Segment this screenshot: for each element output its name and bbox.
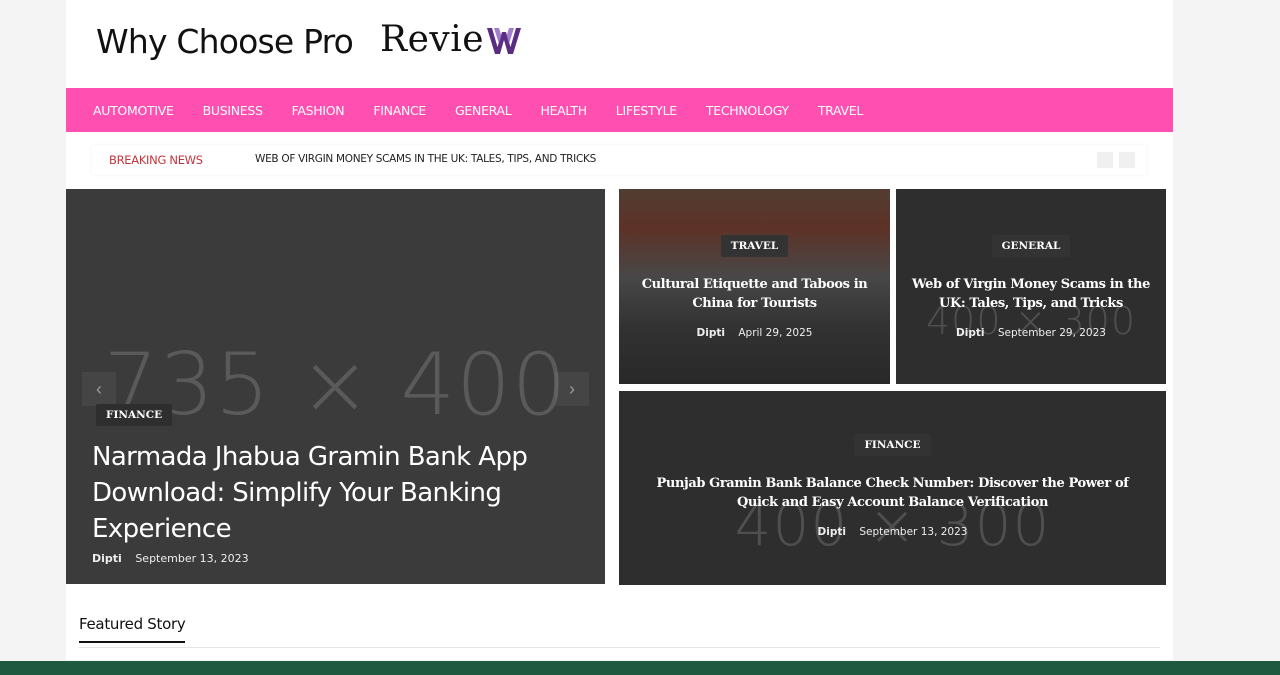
bottom-bar [0,661,1280,675]
post-card-content: GENERAL Web of Virgin Money Scams in the… [896,235,1166,339]
hero-author[interactable]: Dipti [92,552,122,565]
category-badge[interactable]: FINANCE [854,434,931,456]
featured-story-heading: Featured Story [79,615,186,643]
site-title[interactable]: Why Choose Pro [96,22,354,61]
hero-title[interactable]: Narmada Jhabua Gramin Bank App Download:… [92,439,562,547]
chevron-left-icon[interactable]: ‹ [82,372,116,406]
nav-item-travel[interactable]: TRAVEL [818,103,863,118]
post-title[interactable]: Punjab Gramin Bank Balance Check Number:… [643,474,1143,512]
post-date: September 29, 2023 [997,327,1106,339]
logo-w-icon [486,26,522,61]
post-author[interactable]: Dipti [956,327,984,339]
post-meta: Dipti April 29, 2025 [619,327,890,339]
post-author[interactable]: Dipti [697,327,725,339]
category-badge[interactable]: TRAVEL [720,235,789,257]
featured-story-section: Featured Story [79,615,1160,648]
hero-category-badge[interactable]: FINANCE [96,404,173,426]
post-card-finance[interactable]: 400 × 300 FINANCE Punjab Gramin Bank Bal… [619,391,1166,585]
post-card-travel[interactable]: TRAVEL Cultural Etiquette and Taboos in … [619,189,890,384]
breaking-news-bar: BREAKING NEWS WEB OF VIRGIN MONEY SCAMS … [92,145,1146,175]
nav-item-general[interactable]: GENERAL [455,103,512,118]
section-divider [79,647,1160,648]
nav-item-finance[interactable]: FINANCE [373,103,426,118]
chevron-right-icon[interactable]: › [555,372,589,406]
post-title[interactable]: Web of Virgin Money Scams in the UK: Tal… [906,275,1156,313]
breaking-news-headline[interactable]: WEB OF VIRGIN MONEY SCAMS IN THE UK: TAL… [255,153,596,165]
nav-item-business[interactable]: BUSINESS [203,103,263,118]
post-card-content: FINANCE Punjab Gramin Bank Balance Check… [619,434,1166,538]
main-nav: AUTOMOTIVE BUSINESS FASHION FINANCE GENE… [66,88,1173,132]
nav-item-automotive[interactable]: AUTOMOTIVE [93,103,174,118]
post-meta: Dipti September 13, 2023 [619,526,1166,538]
post-meta: Dipti September 29, 2023 [896,327,1166,339]
post-author[interactable]: Dipti [818,526,846,538]
post-date: September 13, 2023 [859,526,968,538]
site-logo[interactable]: Revie [380,20,522,61]
nav-item-lifestyle[interactable]: LIFESTYLE [616,103,677,118]
post-card-content: TRAVEL Cultural Etiquette and Taboos in … [619,235,890,339]
hero-slide[interactable]: 735 × 400 ‹ › FINANCE Narmada Jhabua Gra… [66,189,605,584]
post-title[interactable]: Cultural Etiquette and Taboos in China f… [630,275,880,313]
category-badge[interactable]: GENERAL [991,235,1071,257]
hero-date: September 13, 2023 [135,552,249,565]
nav-item-fashion[interactable]: FASHION [292,103,345,118]
post-date: April 29, 2025 [738,327,813,339]
nav-item-health[interactable]: HEALTH [540,103,587,118]
breaking-news-label: BREAKING NEWS [109,153,203,167]
post-card-general[interactable]: 400 × 300 GENERAL Web of Virgin Money Sc… [896,189,1166,384]
hero-meta: Dipti September 13, 2023 [92,552,249,565]
ticker-next-button[interactable] [1119,152,1135,168]
page-container: Why Choose Pro Revie AUTOMOTIVE BUSINESS… [66,0,1173,660]
logo-text: Revie [380,19,485,60]
nav-item-technology[interactable]: TECHNOLOGY [706,103,789,118]
site-header: Why Choose Pro Revie [66,0,1173,88]
ticker-prev-button[interactable] [1097,152,1113,168]
